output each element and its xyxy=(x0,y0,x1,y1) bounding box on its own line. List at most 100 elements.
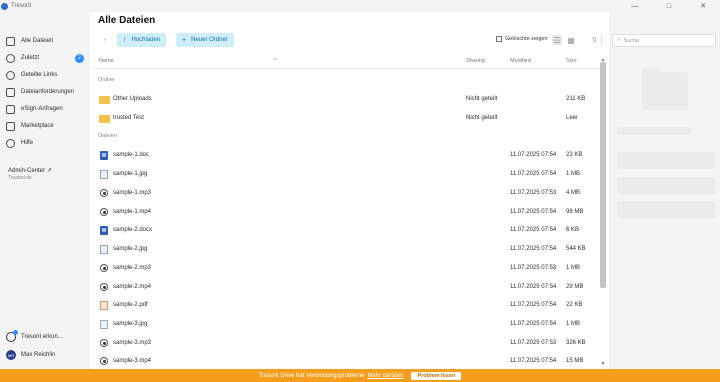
sidebar-item-file-requests[interactable]: Dateianforderungen xyxy=(6,85,86,99)
scroll-down-arrow[interactable]: ▼ xyxy=(600,361,606,367)
minimize-button[interactable]: — xyxy=(618,0,652,12)
file-modified: 11.07.2025 07:54 xyxy=(510,358,557,364)
sidebar-item-label: Alle Dateien xyxy=(21,38,54,44)
file-name: sample-1.mp4 xyxy=(113,209,152,215)
tour-button[interactable]: Tresorit erkun... xyxy=(6,330,63,343)
learn-more-link[interactable]: Mehr darüber xyxy=(367,373,403,379)
file-row[interactable]: Wsample-2.docx 11.07.2025 07:54 6 KB xyxy=(90,222,595,239)
file-row[interactable]: sample-2.jpg 11.07.2025 07:54 544 KB xyxy=(90,241,595,258)
file-modified: 11.07.2025 07:53 xyxy=(510,265,557,271)
app-title: Tresorit xyxy=(11,3,32,9)
list-view-icon[interactable]: ☰ xyxy=(552,35,562,45)
show-deleted-toggle[interactable]: Gelöschte zeigen xyxy=(496,36,548,42)
file-size: 23 KB xyxy=(566,152,583,158)
file-row[interactable]: sample-1.jpg 11.07.2025 07:54 1 MB xyxy=(90,166,595,183)
close-button[interactable]: ✕ xyxy=(686,0,720,12)
sidebar-item-label: Dateianforderungen xyxy=(21,89,75,95)
media-file-icon xyxy=(100,189,108,197)
show-deleted-label: Gelöschte zeigen xyxy=(505,36,548,42)
user-menu[interactable]: MR Max Reichlin xyxy=(6,349,55,361)
admin-center-link[interactable]: Admin-Center ↗ xyxy=(8,167,52,174)
file-browser: Alle Dateien ↑ ↑ Hochladen + Neuer Ordne… xyxy=(90,12,609,369)
file-size: 4 MB xyxy=(566,190,581,196)
file-row[interactable]: sample-3.mp4 11.07.2025 07:54 15 MB xyxy=(90,353,595,369)
sidebar-item-marketplace[interactable]: Marketplace xyxy=(6,119,86,133)
placeholder-bar xyxy=(617,127,691,135)
grid-view-icon[interactable]: ▦ xyxy=(566,35,576,45)
file-name: sample-3.mp4 xyxy=(113,358,152,364)
sidebar-item-all-files[interactable]: Alle Dateien xyxy=(6,34,86,48)
media-file-icon xyxy=(100,339,108,347)
file-row[interactable]: sample-3.mp3 11.07.2025 07:53 326 KB xyxy=(90,335,595,352)
placeholder-folder-icon xyxy=(642,72,688,110)
column-modified[interactable]: Modified xyxy=(510,58,531,64)
search-input[interactable]: ⌕ Suche xyxy=(612,34,716,47)
play-icon xyxy=(6,330,18,342)
column-size[interactable]: Size xyxy=(566,58,577,64)
image-file-icon xyxy=(100,320,108,329)
sidebar-item-recent[interactable]: Zuletzt 2 xyxy=(6,51,86,65)
file-name: sample-1.jpg xyxy=(113,171,148,177)
pdf-file-icon xyxy=(100,301,108,310)
folder-row[interactable]: trusted Test Nicht geteilt Leer xyxy=(90,110,595,127)
admin-center-label: Admin-Center xyxy=(8,168,46,174)
file-name: sample-2.mp4 xyxy=(113,284,152,290)
folder-name: trusted Test xyxy=(113,115,144,121)
new-folder-button[interactable]: + Neuer Ordner xyxy=(176,33,234,47)
column-sharing[interactable]: Sharing xyxy=(466,58,485,64)
file-modified: 11.07.2025 07:54 xyxy=(510,227,557,233)
sort-asc-icon: ^ xyxy=(274,58,277,64)
section-folders: Ordner xyxy=(98,77,116,83)
file-name: sample-2.pdf xyxy=(113,302,148,308)
sidebar-item-shared-links[interactable]: Geteilte Links xyxy=(6,68,86,82)
placeholder-bar xyxy=(617,152,715,169)
sidebar-item-label: Hilfe xyxy=(21,140,34,146)
column-name[interactable]: Name xyxy=(99,58,114,64)
file-name: sample-2.docx xyxy=(113,227,153,233)
admin-domain: Trusted.de xyxy=(8,175,32,181)
warning-message: Tresorit Drive hat Verbindungsprobleme xyxy=(258,372,365,379)
folder-size: Leer xyxy=(566,115,579,121)
file-size: 326 KB xyxy=(566,340,586,346)
file-row[interactable]: sample-2.mp3 11.07.2025 07:53 1 MB xyxy=(90,260,595,277)
file-size: 544 KB xyxy=(566,246,586,252)
file-row[interactable]: Wsample-1.doc 11.07.2025 07:54 23 KB xyxy=(90,147,595,164)
tour-label: Tresorit erkun... xyxy=(21,334,63,340)
word-doc-icon: W xyxy=(100,226,108,235)
page-title: Alle Dateien xyxy=(98,15,156,26)
store-icon xyxy=(6,121,15,131)
upload-button[interactable]: ↑ Hochladen xyxy=(117,33,167,47)
media-file-icon xyxy=(100,357,108,365)
file-name: sample-3.jpg xyxy=(113,321,148,327)
file-row[interactable]: sample-2.pdf 11.07.2025 07:54 22 KB xyxy=(90,297,595,314)
new-folder-label: Neuer Ordner xyxy=(191,37,228,43)
fix-problem-button[interactable]: Problem lösen xyxy=(411,371,462,380)
connection-warning-bar: Tresorit Drive hat Verbindungsprobleme M… xyxy=(0,369,720,382)
sidebar-item-esign[interactable]: eSign-Anfragen xyxy=(6,102,86,116)
file-size: 1 MB xyxy=(566,321,581,327)
file-row[interactable]: sample-1.mp3 11.07.2025 07:53 4 MB xyxy=(90,185,595,202)
file-modified: 11.07.2025 07:54 xyxy=(510,284,557,290)
file-name: sample-3.mp3 xyxy=(113,340,152,346)
file-size: 15 MB xyxy=(566,358,584,364)
sort-icon[interactable]: ⇅ xyxy=(588,34,602,46)
file-modified: 11.07.2025 07:54 xyxy=(510,171,557,177)
folder-row[interactable]: Other Uploads Nicht geteilt 211 KB xyxy=(90,91,595,108)
image-file-icon xyxy=(100,245,108,254)
scrollbar-thumb[interactable] xyxy=(600,62,606,288)
folder-icon xyxy=(99,96,110,104)
file-name: sample-1.doc xyxy=(113,152,150,158)
folder-sharing: Nicht geteilt xyxy=(466,115,498,121)
show-deleted-checkbox[interactable] xyxy=(496,36,502,42)
title-bar: Tresorit — □ ✕ xyxy=(0,0,720,12)
file-row[interactable]: sample-2.mp4 11.07.2025 07:54 29 MB xyxy=(90,279,595,296)
folder-icon xyxy=(6,36,15,46)
maximize-button[interactable]: □ xyxy=(652,0,686,12)
file-row[interactable]: sample-1.mp4 11.07.2025 07:54 98 MB xyxy=(90,204,595,221)
up-arrow-icon[interactable]: ↑ xyxy=(99,33,111,47)
sidebar-item-label: Zuletzt xyxy=(21,55,40,61)
sidebar-item-help[interactable]: Hilfe xyxy=(6,136,86,150)
file-modified: 11.07.2025 07:54 xyxy=(510,321,557,327)
file-row[interactable]: sample-3.jpg 11.07.2025 07:54 1 MB xyxy=(90,316,595,333)
tresorit-logo-icon xyxy=(1,2,8,10)
